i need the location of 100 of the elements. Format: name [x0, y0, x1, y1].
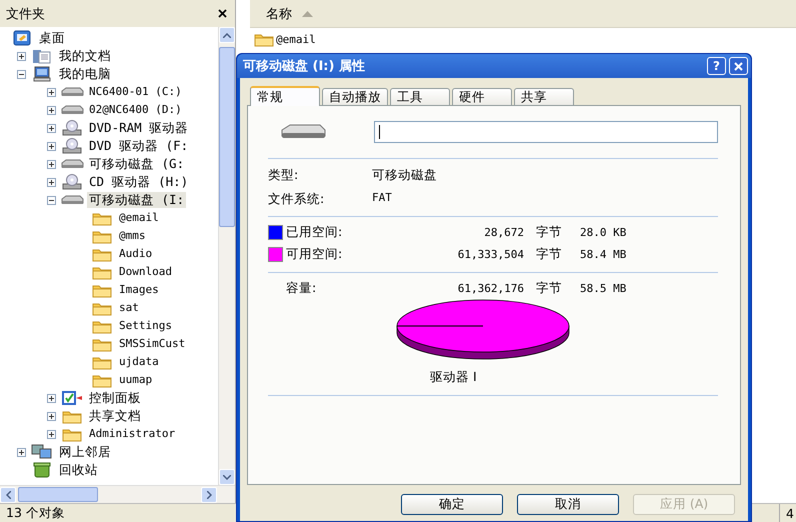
folder-icon: [92, 318, 112, 334]
file-item[interactable]: @email: [276, 33, 316, 46]
desktop-icon: [13, 30, 31, 46]
status-text: 13 个对象: [6, 504, 65, 522]
expand-icon[interactable]: [47, 412, 56, 420]
documents-icon: [32, 48, 52, 64]
collapse-icon[interactable]: [17, 70, 26, 78]
size-value: 58.4 MB: [580, 248, 628, 261]
drive-icon: [60, 104, 84, 116]
drive-icon: [60, 158, 84, 170]
drive-label: 驱动器 I: [429, 369, 478, 386]
tab[interactable]: 硬件: [452, 88, 512, 105]
tab[interactable]: 常规: [250, 86, 320, 106]
tree-item[interactable]: @email: [117, 210, 161, 226]
folder-icon: [92, 264, 112, 280]
expand-icon[interactable]: [17, 448, 26, 456]
close-icon[interactable]: [218, 9, 227, 18]
tree-item[interactable]: 02@NC6400 (D:): [87, 102, 184, 118]
help-button[interactable]: ?: [707, 57, 726, 75]
drive-icon: [280, 123, 326, 141]
expand-icon[interactable]: [47, 394, 56, 402]
tree-item[interactable]: Settings: [117, 318, 174, 334]
control-panel-icon: [61, 390, 83, 406]
scroll-up-icon[interactable]: [223, 32, 231, 38]
space-label: 容量:: [286, 280, 318, 297]
horizontal-scrollbar[interactable]: [0, 485, 235, 503]
tree-item[interactable]: DVD 驱动器 (F:: [87, 138, 190, 154]
close-button[interactable]: [729, 57, 748, 75]
status-text: 4: [779, 504, 796, 522]
size-value: 28.0 KB: [580, 226, 628, 239]
tree-item[interactable]: 回收站: [57, 462, 100, 478]
expand-icon[interactable]: [47, 106, 56, 114]
expand-icon[interactable]: [47, 178, 56, 186]
tree-item[interactable]: 桌面: [37, 30, 67, 46]
folder-icon: [92, 372, 112, 388]
cd-drive-icon: [61, 138, 83, 154]
folder-icon: [92, 282, 112, 298]
close-icon: [734, 62, 743, 70]
tree-item[interactable]: sat: [117, 300, 141, 316]
folder-icon: [92, 228, 112, 244]
tree-item[interactable]: SMSSimCust: [117, 336, 188, 352]
tab[interactable]: 共享: [514, 88, 574, 105]
computer-icon: [32, 66, 52, 82]
tree-item[interactable]: Audio: [117, 246, 154, 262]
size-value: 58.5 MB: [580, 282, 628, 295]
cd-drive-icon: [61, 120, 83, 136]
tree-item[interactable]: 可移动磁盘 (G:: [87, 156, 186, 172]
tree-item[interactable]: Images: [117, 282, 161, 298]
scroll-down-icon[interactable]: [223, 474, 231, 480]
tree-item[interactable]: 共享文档: [87, 408, 143, 424]
tree-item[interactable]: 可移动磁盘 (I:: [87, 192, 186, 208]
column-header[interactable]: 名称: [250, 4, 313, 22]
unit-label: 字节: [536, 246, 563, 263]
cd-drive-icon: [61, 174, 83, 190]
drive-icon: [60, 86, 84, 98]
field-value: 可移动磁盘: [372, 167, 438, 184]
tree-item[interactable]: 我的文档: [57, 48, 113, 64]
drive-icon: [60, 194, 84, 206]
byte-count: 28,672: [483, 226, 525, 239]
space-label: 可用空间:: [286, 246, 344, 263]
tree-item[interactable]: 我的电脑: [57, 66, 113, 82]
byte-count: 61,362,176: [456, 282, 525, 295]
tree-item[interactable]: uumap: [117, 372, 154, 388]
tab[interactable]: 自动播放: [322, 88, 388, 105]
tree-item[interactable]: Administrator: [87, 426, 178, 442]
tree-item[interactable]: 网上邻居: [57, 444, 113, 460]
tree-item[interactable]: DVD-RAM 驱动器: [87, 120, 190, 136]
folder-icon: [62, 426, 82, 442]
tree-item[interactable]: CD 驱动器 (H:): [87, 174, 190, 190]
folder-icon: [92, 210, 112, 226]
folder-icon: [92, 246, 112, 262]
folder-icon: [92, 354, 112, 370]
dialog-title: 可移动磁盘 (I:) 属性: [243, 58, 366, 75]
tree-item[interactable]: @mms: [117, 228, 148, 244]
vertical-scrollbar[interactable]: [218, 27, 235, 485]
tree-item[interactable]: 控制面板: [87, 390, 143, 406]
field-value: FAT: [372, 191, 393, 206]
network-icon: [31, 444, 53, 460]
expand-icon[interactable]: [17, 52, 26, 60]
tree-item[interactable]: ujdata: [117, 354, 161, 370]
expand-icon[interactable]: [47, 142, 56, 150]
unit-label: 字节: [536, 224, 563, 241]
dialog-button[interactable]: 确定: [401, 494, 503, 515]
scroll-left-icon[interactable]: [6, 490, 10, 498]
expand-icon[interactable]: [47, 88, 56, 96]
dialog-button[interactable]: 取消: [517, 494, 619, 515]
expand-icon[interactable]: [47, 430, 56, 438]
collapse-icon[interactable]: [47, 196, 56, 204]
space-label: 已用空间:: [286, 224, 344, 241]
recycle-bin-icon: [32, 462, 52, 478]
expand-icon[interactable]: [47, 160, 56, 168]
folder-icon: [254, 32, 274, 47]
byte-count: 61,333,504: [456, 248, 525, 261]
tree-item[interactable]: Download: [117, 264, 174, 280]
scroll-right-icon[interactable]: [206, 490, 212, 498]
tab[interactable]: 工具: [390, 88, 450, 105]
tree-item[interactable]: NC6400-01 (C:): [87, 84, 184, 100]
expand-icon[interactable]: [47, 124, 56, 132]
name-field[interactable]: [374, 121, 718, 143]
folder-icon: [92, 336, 112, 352]
